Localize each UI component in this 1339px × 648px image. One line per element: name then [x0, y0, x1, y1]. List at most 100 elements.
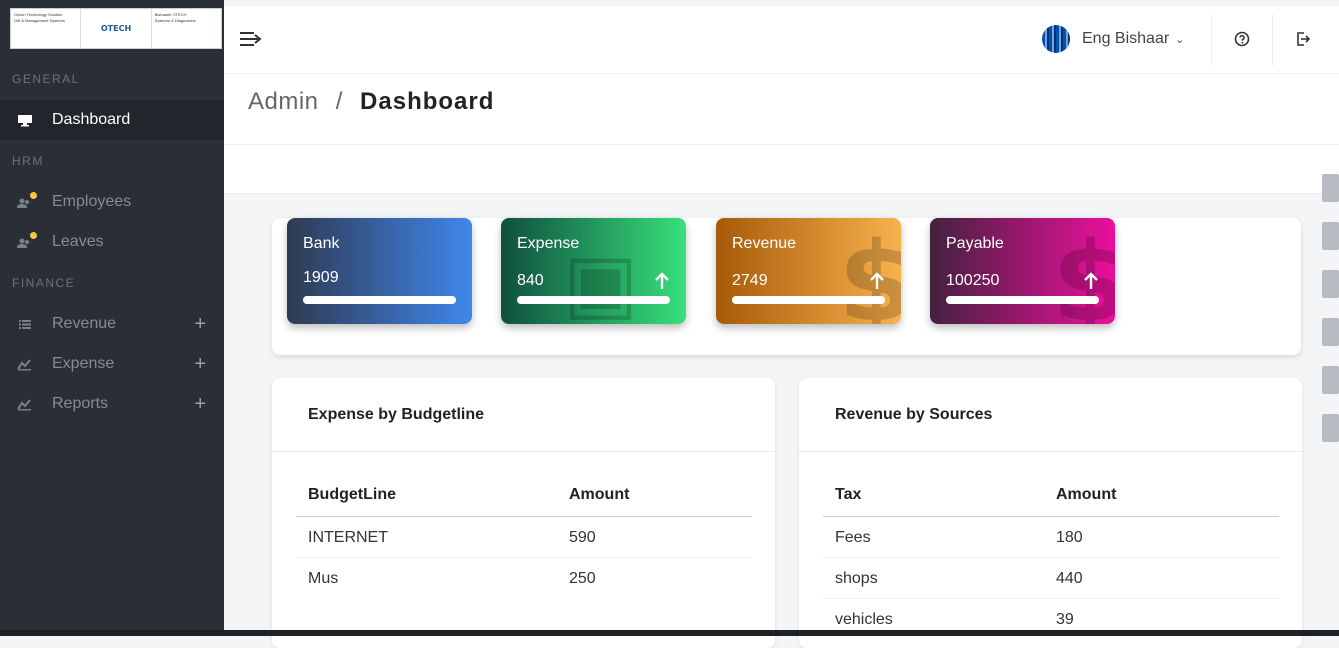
- stat-title: Expense: [517, 235, 580, 252]
- sidebar-item-leaves[interactable]: Leaves: [0, 222, 224, 262]
- progress-fill: [303, 296, 456, 304]
- dollar-watermark-icon: $: [1052, 218, 1115, 324]
- progress-fill: [732, 296, 885, 304]
- header-band: [224, 144, 1339, 194]
- logo-left-text: Ozzun Technology Solution Gift & Managem…: [11, 9, 82, 48]
- user-menu[interactable]: Eng Bishaar ⌄: [1042, 24, 1184, 54]
- column-header[interactable]: BudgetLine: [308, 486, 396, 504]
- column-header[interactable]: Amount: [569, 486, 629, 504]
- stat-value: 1909: [303, 269, 339, 286]
- progress-bar: [946, 296, 1099, 304]
- table-row: shops 440: [823, 558, 1279, 599]
- table-cell: 250: [569, 570, 596, 587]
- revenue-by-sources-panel: Revenue by Sources Tax Amount Fees 180 s…: [799, 378, 1302, 648]
- sidebar-item-label: Revenue: [52, 315, 117, 332]
- expand-plus-icon[interactable]: +: [194, 353, 206, 376]
- breadcrumb: Admin / Dashboard: [248, 88, 494, 116]
- side-tool-icon[interactable]: [1322, 318, 1339, 346]
- table-cell: INTERNET: [308, 529, 388, 546]
- side-tool-icon[interactable]: [1322, 366, 1339, 394]
- side-tool-icon[interactable]: [1322, 270, 1339, 298]
- chart-icon: [17, 399, 31, 411]
- stat-value: 2749: [732, 272, 768, 289]
- sidebar-item-label: Dashboard: [52, 111, 131, 128]
- stat-card-expense[interactable]: ▣ Expense 840: [501, 218, 686, 324]
- logo-right-line2: Systems & Diagnostics: [154, 18, 196, 23]
- sidebar-item-expense[interactable]: Expense +: [0, 344, 224, 384]
- side-tool-icon[interactable]: [1322, 414, 1339, 442]
- sidebar-item-reports[interactable]: Reports +: [0, 384, 224, 424]
- chart-icon: [17, 359, 31, 371]
- divider: [1211, 14, 1212, 66]
- logo-brand: OTECH: [81, 9, 152, 48]
- arrow-up-icon: [1084, 272, 1098, 289]
- bottom-taskbar-strip: [0, 630, 1339, 636]
- panel-header: Revenue by Sources: [799, 378, 1302, 452]
- sidebar-item-label: Reports: [52, 395, 109, 412]
- list-icon: [19, 320, 31, 329]
- sidebar: Ozzun Technology Solution Gift & Managem…: [0, 0, 224, 636]
- revenue-table: Tax Amount Fees 180 shops 440 vehicles 3…: [823, 484, 1279, 640]
- table-cell: vehicles: [835, 611, 893, 628]
- table-row: Mus 250: [296, 558, 752, 599]
- panel-title: Expense by Budgetline: [308, 406, 485, 423]
- user-name: Eng Bishaar: [1082, 30, 1170, 47]
- expense-table: BudgetLine Amount INTERNET 590 Mus 250: [296, 484, 752, 599]
- avatar: [1042, 25, 1070, 53]
- breadcrumb-parent[interactable]: Admin: [248, 88, 319, 115]
- sidebar-item-dashboard[interactable]: Dashboard: [0, 100, 224, 140]
- logo-right-text: Bishaarle OTECH Systems & Diagnostics: [152, 9, 221, 48]
- table-row: INTERNET 590: [296, 517, 752, 558]
- stat-card-revenue[interactable]: $ Revenue 2749: [716, 218, 901, 324]
- table-cell: shops: [835, 570, 878, 587]
- stat-card-bank[interactable]: Bank 1909: [287, 218, 472, 324]
- panel-title: Revenue by Sources: [835, 406, 993, 423]
- progress-fill: [946, 296, 1099, 304]
- sidebar-item-revenue[interactable]: Revenue +: [0, 304, 224, 344]
- side-tool-icon[interactable]: [1322, 174, 1339, 202]
- stat-card-payable[interactable]: $ Payable 100250: [930, 218, 1115, 324]
- sidebar-item-label: Leaves: [52, 233, 104, 250]
- column-header[interactable]: Amount: [1056, 486, 1116, 504]
- monitor-icon: [18, 115, 32, 127]
- panel-header: Expense by Budgetline: [272, 378, 775, 452]
- stat-value: 100250: [946, 272, 1000, 289]
- stat-value: 840: [517, 272, 544, 289]
- table-row: Fees 180: [823, 517, 1279, 558]
- expand-plus-icon[interactable]: +: [194, 313, 206, 336]
- stat-title: Payable: [946, 235, 1004, 252]
- table-cell: Fees: [835, 529, 871, 546]
- dollar-watermark-icon: $: [838, 218, 901, 324]
- expense-by-budgetline-panel: Expense by Budgetline BudgetLine Amount …: [272, 378, 775, 648]
- logout-icon[interactable]: [1294, 30, 1312, 48]
- progress-bar: [517, 296, 670, 304]
- page-header: Admin / Dashboard: [224, 74, 1339, 144]
- table-cell: Mus: [308, 570, 339, 587]
- section-general: GENERAL: [12, 72, 80, 86]
- table-header-row: Tax Amount: [823, 484, 1279, 517]
- section-finance: FINANCE: [12, 276, 76, 290]
- page-title: Dashboard: [360, 88, 495, 115]
- sidebar-item-label: Expense: [52, 355, 115, 372]
- section-hrm: HRM: [12, 154, 44, 168]
- logo[interactable]: Ozzun Technology Solution Gift & Managem…: [10, 8, 222, 49]
- table-cell: 39: [1056, 611, 1074, 628]
- expand-plus-icon[interactable]: +: [194, 393, 206, 416]
- breadcrumb-separator: /: [335, 88, 343, 115]
- notification-dot: [30, 232, 37, 239]
- side-tool-icon[interactable]: [1322, 222, 1339, 250]
- menu-toggle-icon[interactable]: [240, 30, 262, 48]
- table-cell: 440: [1056, 570, 1083, 587]
- top-bar: Eng Bishaar ⌄: [224, 6, 1339, 74]
- sidebar-item-employees[interactable]: Employees: [0, 182, 224, 222]
- arrow-up-icon: [655, 272, 669, 289]
- arrow-up-icon: [870, 272, 884, 289]
- column-header[interactable]: Tax: [835, 486, 861, 504]
- table-cell: 590: [569, 529, 596, 546]
- progress-bar: [303, 296, 456, 304]
- stat-title: Revenue: [732, 235, 797, 252]
- divider: [1272, 14, 1273, 66]
- stat-title: Bank: [303, 235, 340, 252]
- logo-left-line2: Gift & Management Systems: [14, 18, 65, 23]
- help-icon[interactable]: [1233, 30, 1251, 48]
